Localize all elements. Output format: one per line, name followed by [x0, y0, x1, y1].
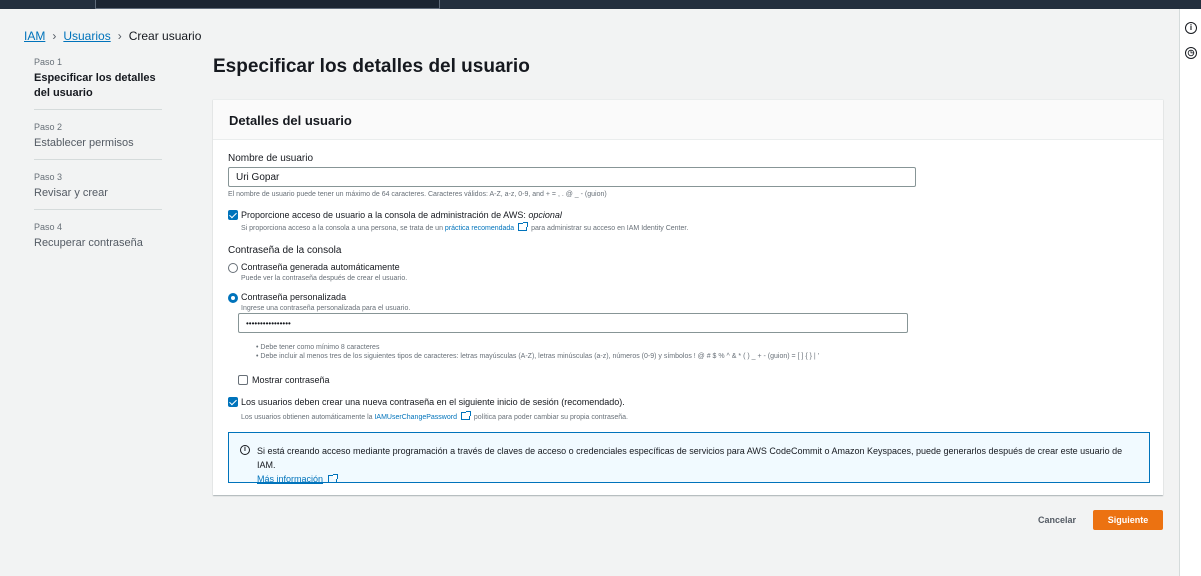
info-icon: i	[240, 445, 250, 455]
page-title: Especificar los detalles del usuario	[213, 56, 530, 77]
panel-header: Detalles del usuario	[213, 100, 1163, 140]
console-access-checkbox[interactable]	[228, 210, 238, 220]
step-label: Establecer permisos	[34, 137, 134, 149]
step-number: Paso 4	[34, 222, 63, 232]
show-password-label: Mostrar contraseña	[252, 375, 330, 385]
step-number: Paso 2	[34, 122, 63, 132]
custom-password-radio[interactable]	[228, 293, 238, 303]
step-4: Paso 4 Recuperar contraseña	[34, 222, 162, 259]
password-rules: • Debe tener como mínimo 8 caracteres • …	[256, 343, 819, 361]
hint-text: Los usuarios obtienen automáticamente la	[241, 414, 373, 421]
chevron-right-icon: ›	[117, 29, 122, 43]
hint-text: para administrar su acceso en IAM Identi…	[531, 225, 689, 232]
step-1: Paso 1 Especificar los detalles del usua…	[34, 57, 162, 110]
optional-text: opcional	[528, 210, 562, 220]
hint-text: Si proporciona acceso a la consola a una…	[241, 225, 443, 232]
custom-password-label: Contraseña personalizada	[241, 292, 347, 302]
info-panel-icon[interactable]: i	[1185, 22, 1197, 34]
right-utility-rail: i ◷	[1179, 9, 1201, 576]
breadcrumb-current: Crear usuario	[128, 29, 202, 43]
console-access-hint: Si proporciona acceso a la consola a una…	[241, 222, 689, 232]
iam-user-change-password-link[interactable]: IAMUserChangePassword	[374, 414, 456, 421]
step-number: Paso 1	[34, 57, 63, 67]
username-label: Nombre de usuario	[228, 153, 314, 164]
password-input[interactable]	[238, 313, 908, 333]
step-label: Revisar y crear	[34, 187, 108, 199]
wizard-steps: Paso 1 Especificar los detalles del usua…	[34, 57, 162, 271]
reset-password-checkbox[interactable]	[228, 397, 238, 407]
step-2: Paso 2 Establecer permisos	[34, 122, 162, 160]
search-box[interactable]	[95, 0, 440, 9]
console-access-label: Proporcione acceso de usuario a la conso…	[241, 210, 562, 220]
auto-password-label: Contraseña generada automáticamente	[241, 262, 400, 272]
info-text: Si está creando acceso mediante programa…	[257, 446, 1123, 470]
best-practice-link[interactable]: práctica recomendada	[445, 225, 514, 232]
custom-password-hint: Ingrese una contraseña personalizada par…	[241, 305, 411, 312]
console-password-label: Contraseña de la consola	[228, 245, 342, 256]
username-input[interactable]	[228, 167, 916, 187]
password-rule: • Debe tener como mínimo 8 caracteres	[256, 344, 380, 351]
username-hint: El nombre de usuario puede tener un máxi…	[228, 191, 607, 198]
show-password-checkbox[interactable]	[238, 375, 248, 385]
next-button[interactable]: Siguiente	[1093, 510, 1163, 530]
breadcrumb-users[interactable]: Usuarios	[63, 29, 110, 43]
auto-password-hint: Puede ver la contraseña después de crear…	[241, 275, 408, 282]
console-access-text: Proporcione acceso de usuario a la conso…	[241, 210, 526, 220]
learn-more-link[interactable]: Más información	[257, 474, 323, 484]
step-label: Recuperar contraseña	[34, 237, 143, 249]
reset-password-hint: Los usuarios obtienen automáticamente la…	[241, 411, 628, 421]
step-3: Paso 3 Revisar y crear	[34, 172, 162, 210]
password-rule: • Debe incluir al menos tres de los sigu…	[256, 353, 819, 360]
step-label: Especificar los detalles del usuario	[34, 72, 156, 99]
aws-top-nav	[0, 0, 1201, 9]
breadcrumb-iam[interactable]: IAM	[24, 29, 45, 43]
hint-text: política para poder cambiar su propia co…	[473, 414, 628, 421]
external-link-icon	[518, 222, 529, 231]
external-link-icon	[327, 474, 338, 483]
info-alert: i Si está creando acceso mediante progra…	[228, 432, 1150, 484]
external-link-icon	[460, 411, 471, 420]
chevron-right-icon: ›	[52, 29, 57, 43]
step-number: Paso 3	[34, 172, 63, 182]
breadcrumb: IAM › Usuarios › Crear usuario	[24, 29, 201, 43]
reset-password-label: Los usuarios deben crear una nueva contr…	[241, 397, 625, 407]
settings-icon[interactable]: ◷	[1185, 47, 1197, 59]
cancel-button[interactable]: Cancelar	[1030, 510, 1084, 530]
auto-password-radio[interactable]	[228, 263, 238, 273]
